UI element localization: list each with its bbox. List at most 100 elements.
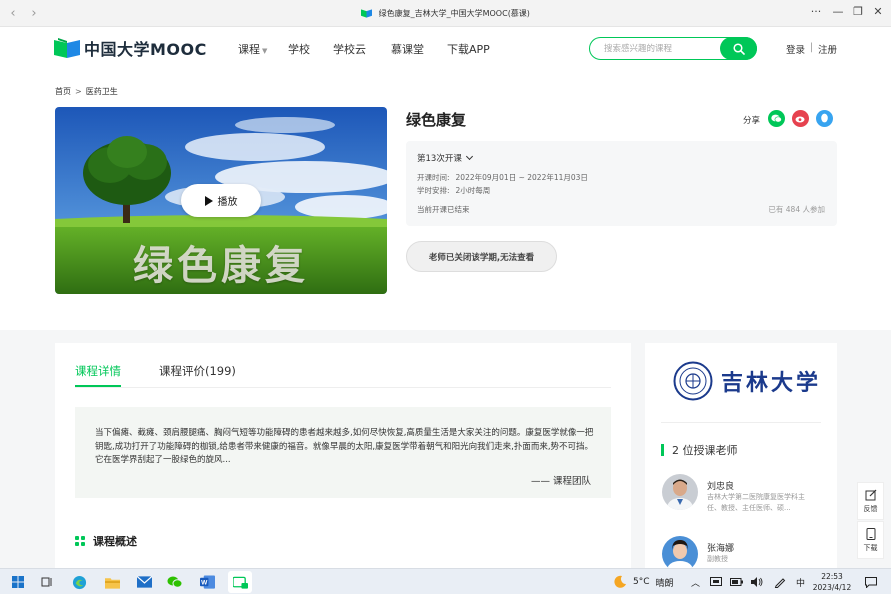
download-label: 下载 (863, 543, 878, 552)
enrolled-count: 已有 484 人参加 (768, 205, 825, 214)
weather-desc: 晴朗 (655, 578, 674, 589)
overview-heading: 课程概述 (75, 533, 137, 549)
teacher-avatar (662, 536, 698, 572)
teacher-desc: 副教授 (707, 555, 728, 563)
tab-course-reviews[interactable]: 课程评价(199) (159, 363, 236, 385)
search-icon (732, 42, 745, 55)
university-card: 吉林大学 2 位授课老师 刘忠良 吉林大学第二医院康复医学科主任、教授、主任医师… (645, 343, 837, 573)
minimize-button[interactable]: — (830, 5, 846, 18)
notification-icon[interactable] (862, 573, 880, 591)
edit-icon (865, 489, 876, 500)
play-button[interactable]: 播放 (181, 184, 261, 217)
teachers-title: 2 位授课老师 (672, 444, 738, 457)
clock-time: 22:53 (821, 572, 843, 581)
nav-courses[interactable]: 课程 ▼ (238, 41, 267, 57)
site-header: 中国大学MOOC 课程▼ 学校 学校云 慕课堂 下载APP 登录 | 注册 (0, 27, 891, 71)
weather-temp: 5°C (633, 577, 650, 587)
feedback-button[interactable]: 反馈 (857, 482, 884, 520)
quote-signature: —— 课程团队 (530, 476, 591, 487)
teacher-name: 刘忠良 (707, 482, 735, 492)
chevron-down-icon (465, 152, 473, 161)
search-input[interactable] (604, 41, 714, 57)
nav-download-app[interactable]: 下载APP (447, 41, 490, 57)
caret-down-icon: ▼ (262, 47, 268, 55)
wechat-app-icon[interactable] (166, 573, 184, 591)
course-status: 当前开课已结束 (417, 205, 470, 214)
schedule-value: 2小时每周 (455, 186, 491, 195)
breadcrumb-home[interactable]: 首页 (55, 87, 71, 96)
login-link[interactable]: 登录 (786, 42, 805, 56)
window-title-text: 绿色康复_吉林大学_中国大学MOOC(慕课) (378, 9, 530, 18)
heading-accent-bar (661, 444, 664, 456)
nav-mooc-class[interactable]: 慕课堂 (391, 41, 424, 57)
course-dates: 开课时间: 2022年09月01日 ~ 2022年11月03日 (417, 172, 588, 183)
teacher-avatar (662, 474, 698, 510)
qq-share-icon[interactable] (816, 110, 833, 127)
wechat-share-icon[interactable] (768, 110, 785, 127)
nav-school-cloud[interactable]: 学校云 (333, 41, 366, 57)
site-logo[interactable]: 中国大学MOOC (54, 37, 207, 59)
moon-icon (614, 575, 626, 588)
mooc-favicon-icon (361, 9, 373, 18)
windows-start-icon[interactable] (9, 573, 27, 591)
file-explorer-icon[interactable] (103, 573, 121, 591)
university-name: 吉林大学 (721, 370, 822, 396)
mail-icon[interactable] (135, 573, 153, 591)
teacher-name: 张海娜 (707, 544, 735, 554)
term-selector[interactable]: 第13次开课 (417, 152, 473, 164)
download-app-button[interactable]: 下载 (857, 521, 884, 559)
search-box (589, 37, 757, 60)
volume-icon[interactable] (748, 573, 766, 591)
nav-schools[interactable]: 学校 (288, 41, 310, 57)
more-menu-button[interactable]: ··· (808, 5, 824, 18)
word-app-icon[interactable]: W (198, 573, 216, 591)
breadcrumb-category[interactable]: 医药卫生 (86, 87, 118, 96)
weibo-share-icon[interactable] (792, 110, 809, 127)
course-details-card: 课程详情 课程评价(199) 当下偏瘫、截瘫、颈肩腰腿痛、胸闷气短等功能障碍的患… (55, 343, 631, 573)
close-button[interactable]: ✕ (870, 5, 886, 18)
display-icon[interactable] (707, 573, 725, 591)
tray-expand-icon[interactable]: ︿ (691, 576, 700, 589)
share-label: 分享 (743, 116, 761, 126)
cover-title-text: 绿色康复 (133, 243, 309, 289)
teacher-desc: 吉林大学第二医院康复医学科主任、教授、主任医师、硕... (707, 493, 805, 512)
date-label: 开课时间: (417, 173, 450, 182)
university-logo[interactable]: 吉林大学 (673, 361, 821, 401)
term-closed-button[interactable]: 老师已关闭该学期,无法查看 (406, 241, 557, 272)
breadcrumb-separator: > (75, 87, 82, 96)
restore-button[interactable]: ❐ (850, 5, 866, 18)
grid-icon (75, 536, 85, 546)
clock-date: 2023/4/12 (812, 583, 852, 592)
mooc-logo-icon (54, 38, 80, 58)
ime-indicator[interactable]: 中 (796, 576, 805, 589)
window-title: 绿色康复_吉林大学_中国大学MOOC(慕课) (0, 8, 891, 19)
task-view-icon[interactable] (38, 573, 56, 591)
pen-icon[interactable] (771, 573, 789, 591)
mooc-app-taskbar-icon[interactable] (228, 571, 252, 593)
tab-course-details[interactable]: 课程详情 (75, 363, 121, 387)
auth-divider: | (810, 42, 814, 53)
course-tabs: 课程详情 课程评价(199) (75, 361, 611, 388)
phone-icon (866, 527, 875, 540)
windows-taskbar: W 5°C 晴朗 ︿ 中 22:53 2023/4/12 (0, 568, 891, 594)
side-divider (661, 422, 821, 423)
battery-icon[interactable] (727, 573, 745, 591)
system-clock[interactable]: 22:53 2023/4/12 (806, 571, 858, 593)
edge-browser-icon[interactable] (70, 573, 88, 591)
course-title: 绿色康复 (406, 111, 467, 129)
schedule-label: 学时安排: (417, 186, 450, 195)
play-icon (204, 195, 213, 206)
register-link[interactable]: 注册 (818, 42, 837, 56)
teachers-heading: 2 位授课老师 (661, 442, 738, 458)
feedback-label: 反馈 (863, 504, 878, 513)
search-button[interactable] (720, 37, 757, 60)
overview-title: 课程概述 (93, 535, 137, 548)
svg-text:W: W (201, 579, 208, 586)
nav-courses-label: 课程 (238, 43, 260, 56)
course-schedule: 学时安排: 2小时每周 (417, 185, 490, 196)
course-cover-video[interactable]: 绿色康复 播放 (55, 107, 387, 294)
logo-text: 中国大学MOOC (84, 40, 207, 59)
university-seal-icon (673, 361, 713, 401)
weather-widget[interactable]: 5°C 晴朗 (613, 575, 674, 589)
term-label: 第13次开课 (417, 154, 462, 164)
